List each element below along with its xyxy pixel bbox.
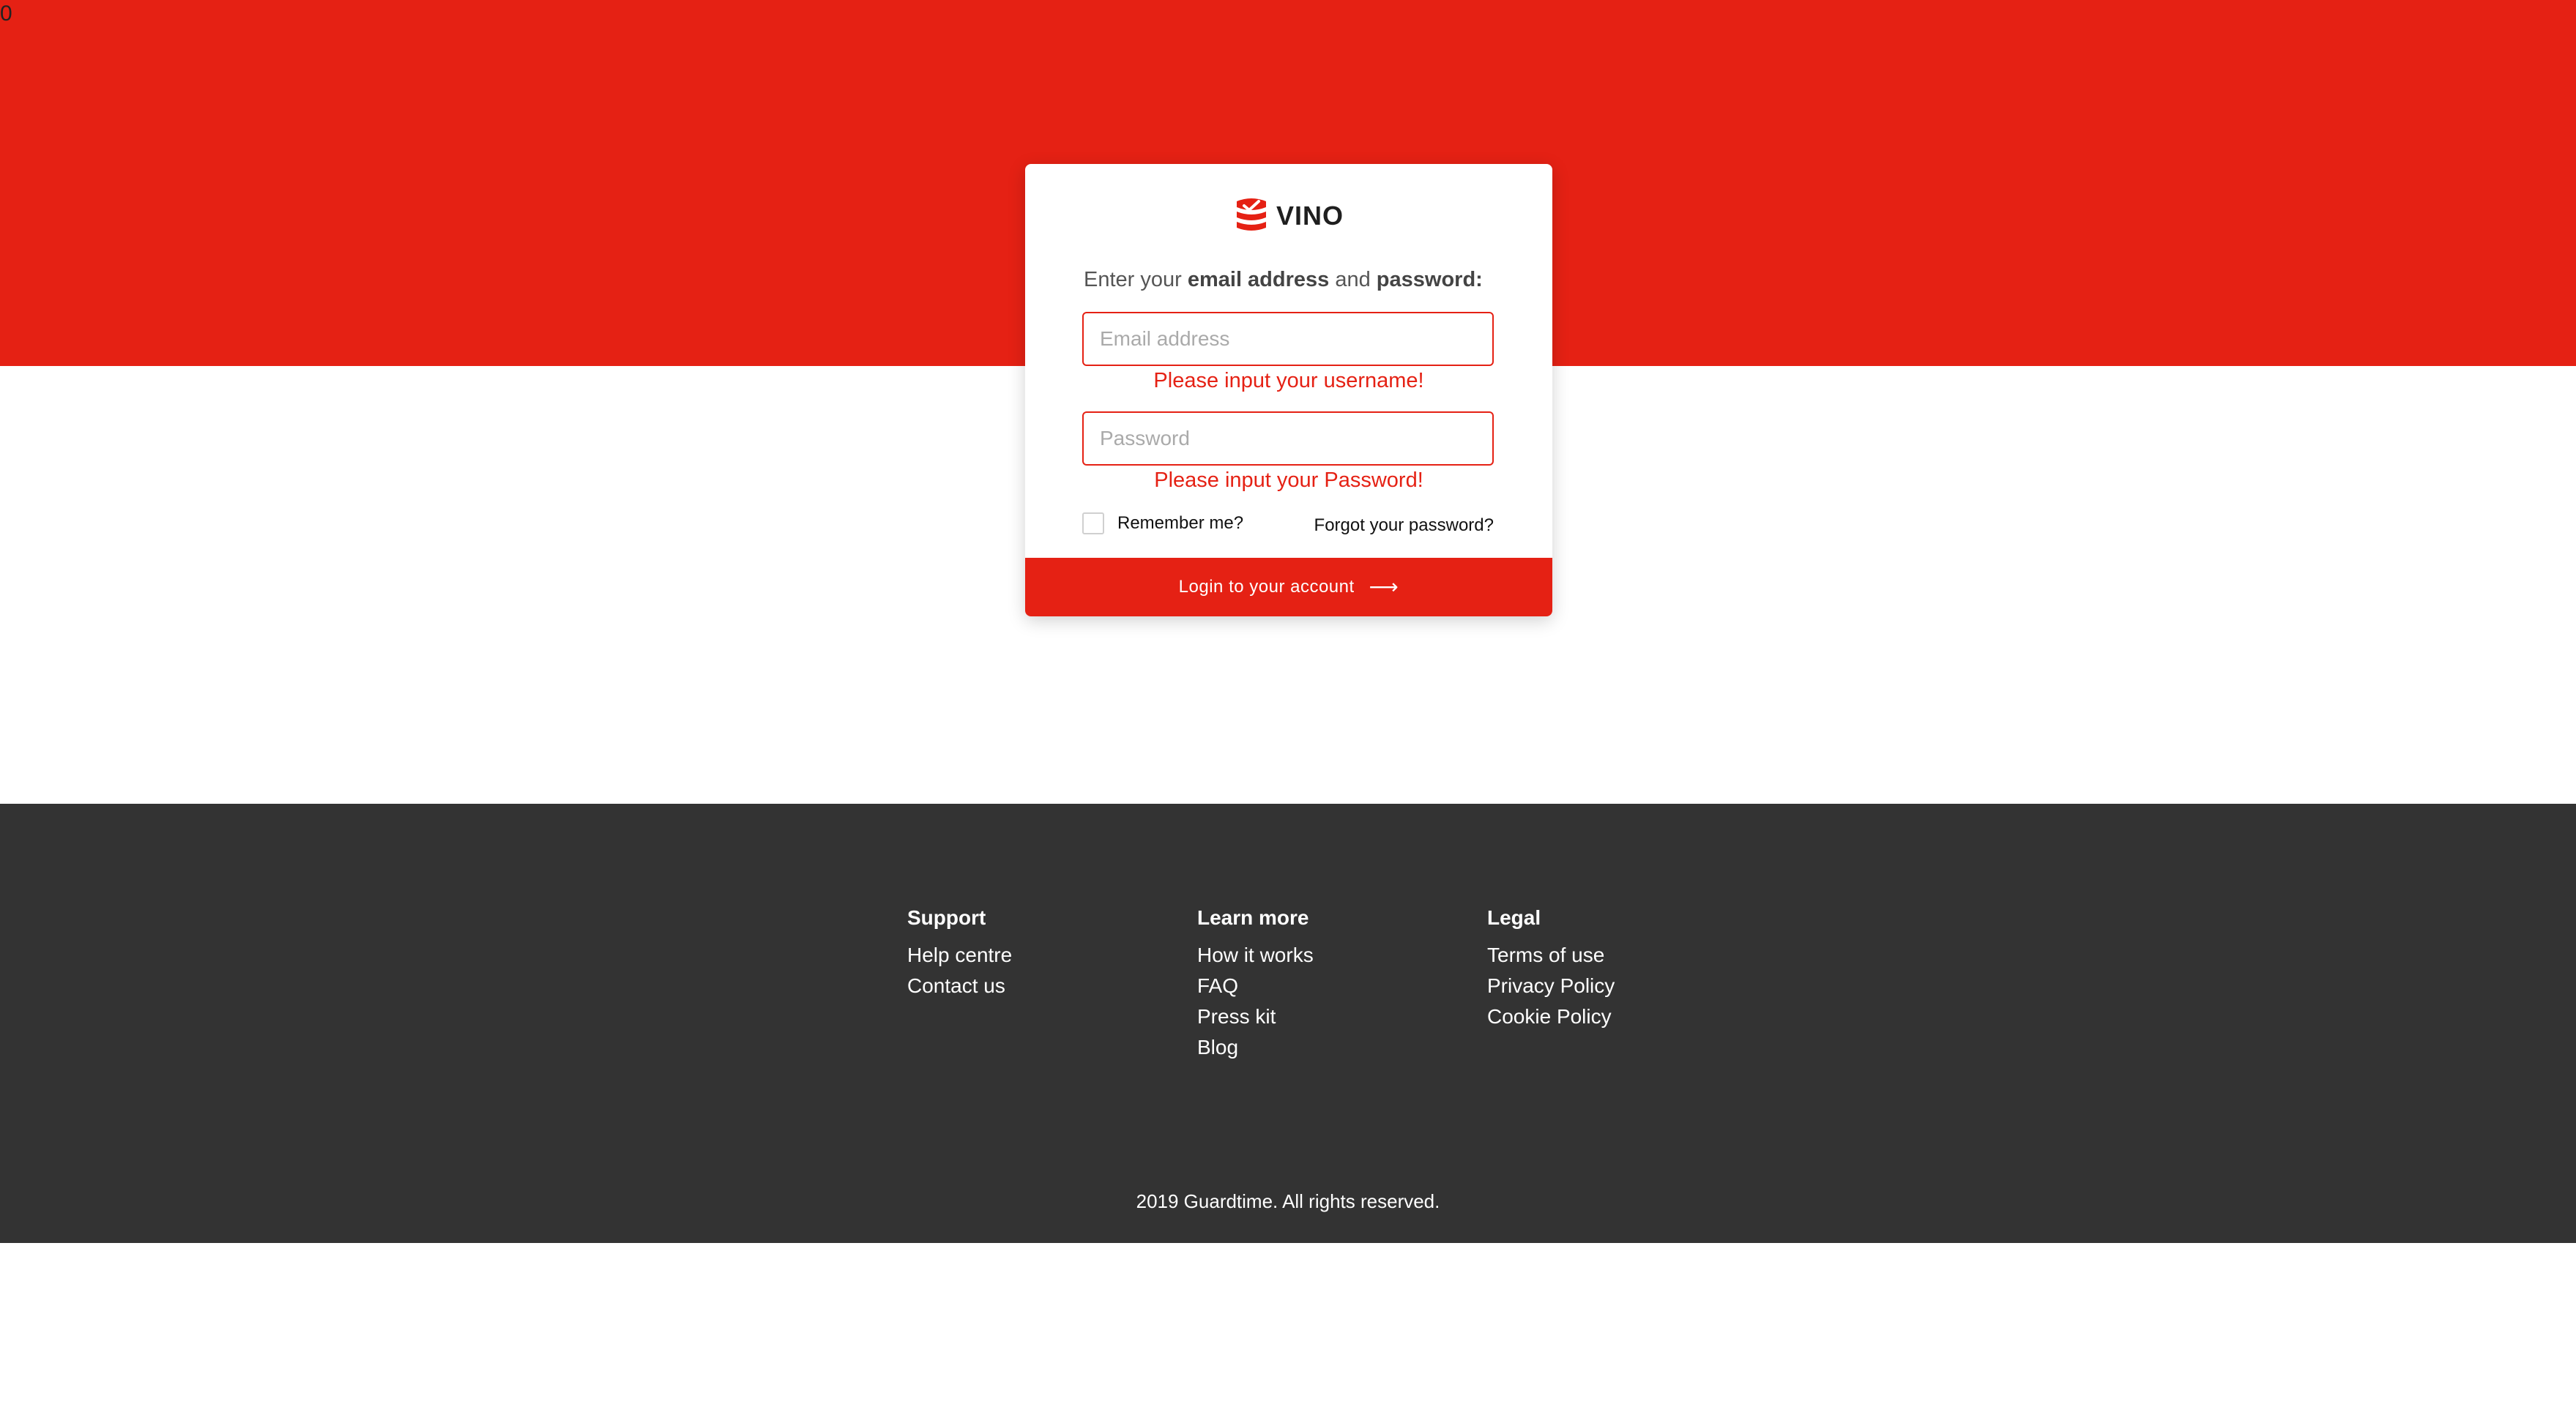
footer-link-blog[interactable]: Blog: [1197, 1032, 1439, 1063]
copyright: 2019 Guardtime. All rights reserved.: [1136, 1190, 1440, 1212]
forgot-password-link[interactable]: Forgot your password?: [1314, 515, 1494, 536]
login-page: 0 VINO Enter your email address and pass…: [0, 0, 2576, 1426]
footer-column-legal: Legal Terms of use Privacy Policy Cookie…: [1487, 906, 1729, 1032]
prompt-email: email address: [1187, 268, 1330, 291]
login-button-label: Login to your account: [1178, 577, 1355, 597]
footer-link-faq[interactable]: FAQ: [1197, 971, 1439, 1001]
remember-label: Remember me?: [1117, 513, 1244, 533]
footer-column-title: Legal: [1487, 906, 1541, 929]
footer-column-support: Support Help centre Contact us: [907, 906, 1149, 1001]
logo: VINO: [1025, 190, 1552, 242]
password-error: Please input your Password!: [1154, 469, 1423, 492]
corner-text: 0: [0, 1, 12, 26]
remember-me[interactable]: Remember me?: [1082, 512, 1243, 534]
prompt-and: and: [1329, 268, 1377, 291]
login-card: VINO Enter your email address and passwo…: [1025, 164, 1552, 616]
logo-text: VINO: [1276, 201, 1344, 231]
email-field-wrapper: [1082, 312, 1494, 366]
footer-link-terms-of-use[interactable]: Terms of use: [1487, 940, 1729, 971]
login-prompt: Enter your email address and password:: [1084, 268, 1483, 292]
footer: Support Help centre Contact us Learn mor…: [0, 804, 2576, 1243]
prompt-prefix: Enter your: [1084, 268, 1188, 291]
login-button[interactable]: Login to your account ⟶: [1025, 558, 1552, 616]
footer-link-cookie-policy[interactable]: Cookie Policy: [1487, 1001, 1729, 1032]
arrow-right-icon: ⟶: [1369, 575, 1399, 598]
footer-link-press-kit[interactable]: Press kit: [1197, 1001, 1439, 1032]
footer-link-how-it-works[interactable]: How it works: [1197, 940, 1439, 971]
footer-column-title: Learn more: [1197, 906, 1309, 929]
footer-link-help-centre[interactable]: Help centre: [907, 940, 1149, 971]
footer-link-privacy-policy[interactable]: Privacy Policy: [1487, 971, 1729, 1001]
email-input[interactable]: [1084, 313, 1492, 365]
prompt-password: password:: [1376, 268, 1483, 291]
footer-link-contact-us[interactable]: Contact us: [907, 971, 1149, 1001]
remember-checkbox[interactable]: [1082, 512, 1104, 534]
email-error: Please input your username!: [1153, 369, 1424, 392]
vino-stack-icon: [1234, 197, 1269, 235]
footer-column-title: Support: [907, 906, 986, 929]
password-field-wrapper: [1082, 411, 1494, 466]
footer-column-learn-more: Learn more How it works FAQ Press kit Bl…: [1197, 906, 1439, 1063]
password-input[interactable]: [1084, 413, 1492, 464]
